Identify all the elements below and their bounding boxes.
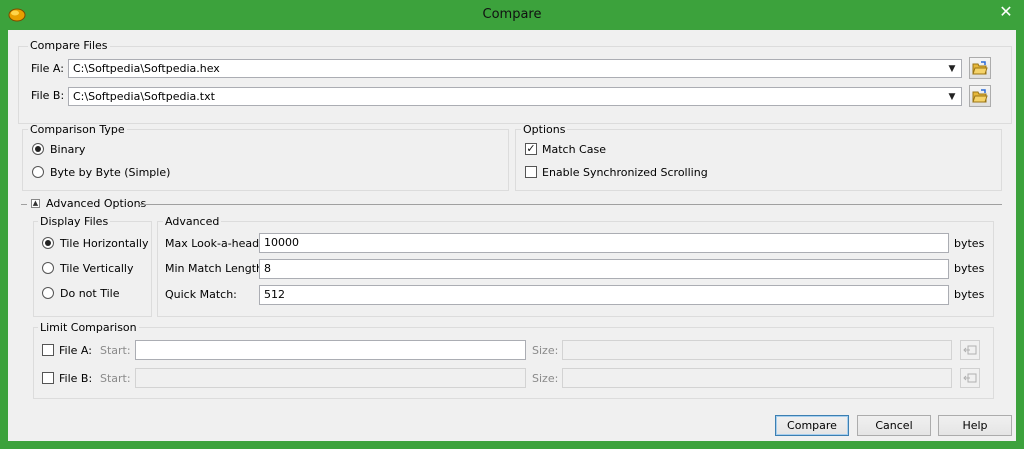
quick-match-unit: bytes — [954, 288, 985, 301]
limit-file-a-pick-button[interactable] — [960, 340, 980, 360]
limit-file-a-checkbox[interactable] — [42, 344, 54, 356]
quick-match-value: 512 — [264, 288, 285, 301]
compare-button[interactable]: Compare — [775, 415, 849, 436]
byte-by-byte-label[interactable]: Byte by Byte (Simple) — [50, 166, 170, 180]
file-a-label: File A: — [31, 62, 64, 75]
help-button[interactable]: Help — [938, 415, 1012, 436]
min-match-unit: bytes — [954, 262, 985, 275]
min-match-input[interactable]: 8 — [259, 259, 949, 279]
file-b-browse-button[interactable] — [969, 85, 991, 107]
sync-scrolling-checkbox[interactable] — [525, 166, 537, 178]
open-folder-icon — [972, 61, 988, 75]
advanced-options-line-left — [21, 204, 27, 205]
tile-vertically-radio[interactable] — [42, 262, 54, 274]
limit-file-b-checkbox[interactable] — [42, 372, 54, 384]
limit-file-a-size-label: Size: — [532, 344, 559, 357]
cancel-button[interactable]: Cancel — [857, 415, 931, 436]
limit-file-b-start-label: Start: — [100, 372, 131, 385]
title-bar[interactable]: Compare ✕ — [0, 0, 1024, 30]
file-a-path: C:\Softpedia\Softpedia.hex — [73, 62, 220, 75]
advanced-options-line-right — [138, 204, 1002, 205]
window-title: Compare — [482, 7, 542, 22]
select-range-icon — [963, 373, 977, 383]
options-group — [515, 129, 1002, 191]
tile-horizontally-radio[interactable] — [42, 237, 54, 249]
byte-by-byte-radio[interactable] — [32, 166, 44, 178]
advanced-legend: Advanced — [163, 215, 222, 228]
limit-file-a-label[interactable]: File A: — [59, 344, 92, 358]
limit-file-b-size-label: Size: — [532, 372, 559, 385]
limit-file-a-size-input[interactable] — [562, 340, 952, 360]
options-legend: Options — [521, 123, 568, 136]
binary-label[interactable]: Binary — [50, 143, 85, 157]
file-b-path: C:\Softpedia\Softpedia.txt — [73, 90, 215, 103]
compare-files-legend: Compare Files — [28, 39, 110, 52]
file-a-browse-button[interactable] — [969, 57, 991, 79]
binary-radio[interactable] — [32, 143, 44, 155]
limit-file-b-label[interactable]: File B: — [59, 372, 92, 386]
limit-file-a-start-input[interactable] — [135, 340, 526, 360]
do-not-tile-label[interactable]: Do not Tile — [60, 287, 119, 301]
min-match-value: 8 — [264, 262, 271, 275]
close-icon[interactable]: ✕ — [996, 2, 1016, 22]
comparison-type-legend: Comparison Type — [28, 123, 127, 136]
max-lookahead-value: 10000 — [264, 236, 299, 249]
limit-comparison-group — [33, 327, 994, 399]
dialog-client-area: Compare Files File A: C:\Softpedia\Softp… — [8, 30, 1016, 441]
select-range-icon — [963, 345, 977, 355]
max-lookahead-unit: bytes — [954, 237, 985, 250]
comparison-type-group — [22, 129, 509, 191]
max-lookahead-input[interactable]: 10000 — [259, 233, 949, 253]
compare-dialog-window: Compare ✕ Compare Files File A: C:\Softp… — [0, 0, 1024, 449]
match-case-checkbox[interactable]: ✓ — [525, 143, 537, 155]
collapse-toggle-icon[interactable]: ▲ — [31, 199, 40, 208]
sync-scrolling-label[interactable]: Enable Synchronized Scrolling — [542, 166, 708, 180]
limit-file-b-size-input[interactable] — [562, 368, 952, 388]
do-not-tile-radio[interactable] — [42, 287, 54, 299]
limit-file-b-pick-button[interactable] — [960, 368, 980, 388]
open-folder-icon — [972, 89, 988, 103]
match-case-label[interactable]: Match Case — [542, 143, 606, 157]
chevron-down-icon[interactable]: ▼ — [946, 89, 958, 105]
limit-comparison-legend: Limit Comparison — [38, 321, 139, 334]
display-files-legend: Display Files — [38, 215, 111, 228]
quick-match-label: Quick Match: — [165, 288, 237, 301]
tile-horizontally-label[interactable]: Tile Horizontally — [60, 237, 149, 251]
tile-vertically-label[interactable]: Tile Vertically — [60, 262, 134, 276]
chevron-down-icon[interactable]: ▼ — [946, 61, 958, 77]
limit-file-b-start-input[interactable] — [135, 368, 526, 388]
max-lookahead-label: Max Look-a-head: — [165, 237, 263, 250]
advanced-options-label: Advanced Options — [46, 197, 147, 210]
min-match-label: Min Match Length: — [165, 262, 267, 275]
file-b-combo[interactable]: C:\Softpedia\Softpedia.txt ▼ — [68, 87, 962, 106]
quick-match-input[interactable]: 512 — [259, 285, 949, 305]
compare-files-group — [18, 46, 1012, 124]
file-a-combo[interactable]: C:\Softpedia\Softpedia.hex ▼ — [68, 59, 962, 78]
limit-file-a-start-label: Start: — [100, 344, 131, 357]
file-b-label: File B: — [31, 89, 65, 102]
